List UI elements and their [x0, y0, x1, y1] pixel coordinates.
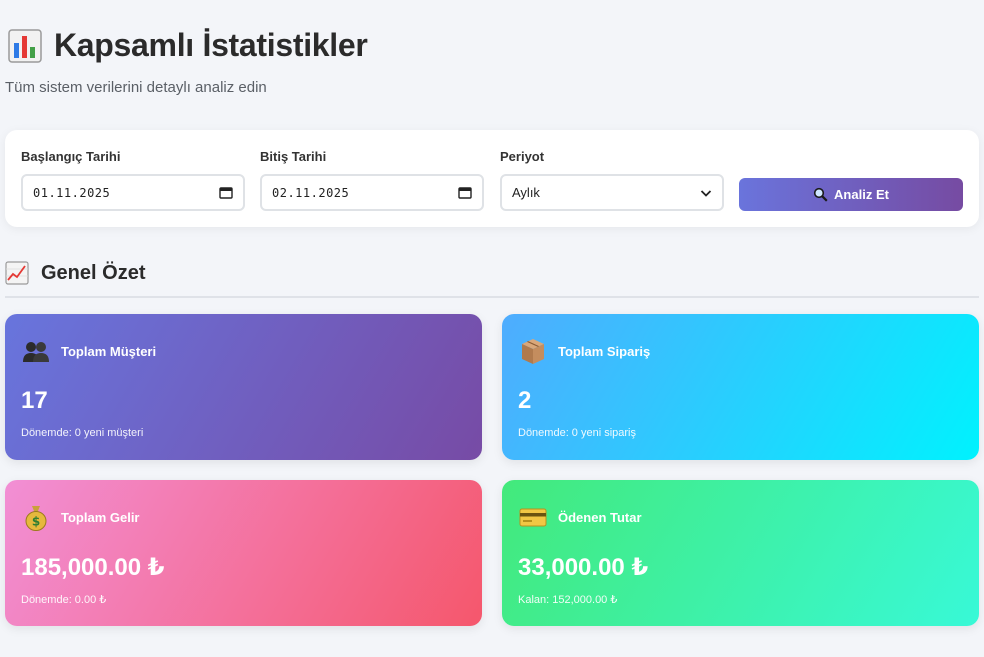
stat-card-customers: Toplam Müşteri 17 Dönemde: 0 yeni müşter… — [5, 314, 482, 460]
start-date-input[interactable]: 01.11.2025 — [21, 174, 245, 211]
section-divider — [5, 296, 979, 298]
stat-note: Kalan: 152,000.00 ₺ — [518, 594, 618, 606]
stat-value: 33,000.00 ₺ — [518, 554, 649, 581]
section-header: Genel Özet — [5, 261, 145, 285]
calendar-icon[interactable] — [458, 186, 472, 199]
stat-value: 185,000.00 ₺ — [21, 554, 165, 581]
period-value: Aylık — [512, 185, 540, 200]
end-date-field: Bitiş Tarihi 02.11.2025 — [260, 149, 484, 211]
money-bag-icon: $ — [25, 506, 47, 531]
chevron-down-icon — [700, 189, 712, 197]
stat-card-paid: Ödenen Tutar 33,000.00 ₺ Kalan: 152,000.… — [502, 480, 979, 626]
filter-panel: Başlangıç Tarihi 01.11.2025 Bitiş Tarihi… — [5, 130, 979, 227]
page-header: Kapsamlı İstatistikler — [8, 27, 368, 64]
start-date-field: Başlangıç Tarihi 01.11.2025 — [21, 149, 245, 211]
stat-card-header: Toplam Müşteri — [21, 336, 156, 366]
start-date-value: 01.11.2025 — [33, 185, 111, 200]
page-title: Kapsamlı İstatistikler — [54, 27, 368, 63]
end-date-value: 02.11.2025 — [272, 185, 350, 200]
section-title: Genel Özet — [41, 261, 146, 284]
stat-value: 2 — [518, 387, 532, 414]
analyze-button[interactable]: Analiz Et — [739, 178, 963, 211]
start-date-label: Başlangıç Tarihi — [21, 149, 121, 164]
stat-note: Dönemde: 0 yeni müşteri — [21, 427, 144, 439]
stat-label: Toplam Sipariş — [558, 343, 651, 359]
end-date-label: Bitiş Tarihi — [260, 149, 327, 164]
stat-label: Toplam Müşteri — [61, 343, 157, 359]
page-subtitle: Tüm sistem verilerini detaylı analiz edi… — [5, 79, 267, 96]
stat-note: Dönemde: 0.00 ₺ — [21, 594, 107, 606]
period-select[interactable]: Aylık — [500, 174, 724, 211]
analyze-button-label: Analiz Et — [834, 187, 889, 202]
trend-chart-icon — [5, 261, 29, 285]
stat-card-orders: Toplam Sipariş 2 Dönemde: 0 yeni sipariş — [502, 314, 979, 460]
credit-card-icon — [519, 508, 547, 527]
period-label: Periyot — [500, 149, 545, 164]
search-icon — [813, 187, 828, 202]
stat-value: 17 — [21, 387, 48, 414]
stat-label: Ödenen Tutar — [558, 509, 642, 525]
svg-text:$: $ — [32, 515, 40, 529]
package-icon — [522, 339, 544, 364]
stat-card-header: Ödenen Tutar — [518, 502, 642, 532]
calendar-icon[interactable] — [219, 186, 233, 199]
stat-card-header: Toplam Sipariş — [518, 336, 650, 366]
stat-card-header: $ Toplam Gelir — [21, 502, 140, 532]
stat-label: Toplam Gelir — [61, 509, 140, 525]
period-field: Periyot Aylık — [500, 149, 724, 211]
stat-card-revenue: $ Toplam Gelir 185,000.00 ₺ Dönemde: 0.0… — [5, 480, 482, 626]
stat-note: Dönemde: 0 yeni sipariş — [518, 427, 637, 439]
users-icon — [23, 342, 49, 362]
end-date-input[interactable]: 02.11.2025 — [260, 174, 484, 211]
bar-chart-icon — [8, 28, 42, 63]
